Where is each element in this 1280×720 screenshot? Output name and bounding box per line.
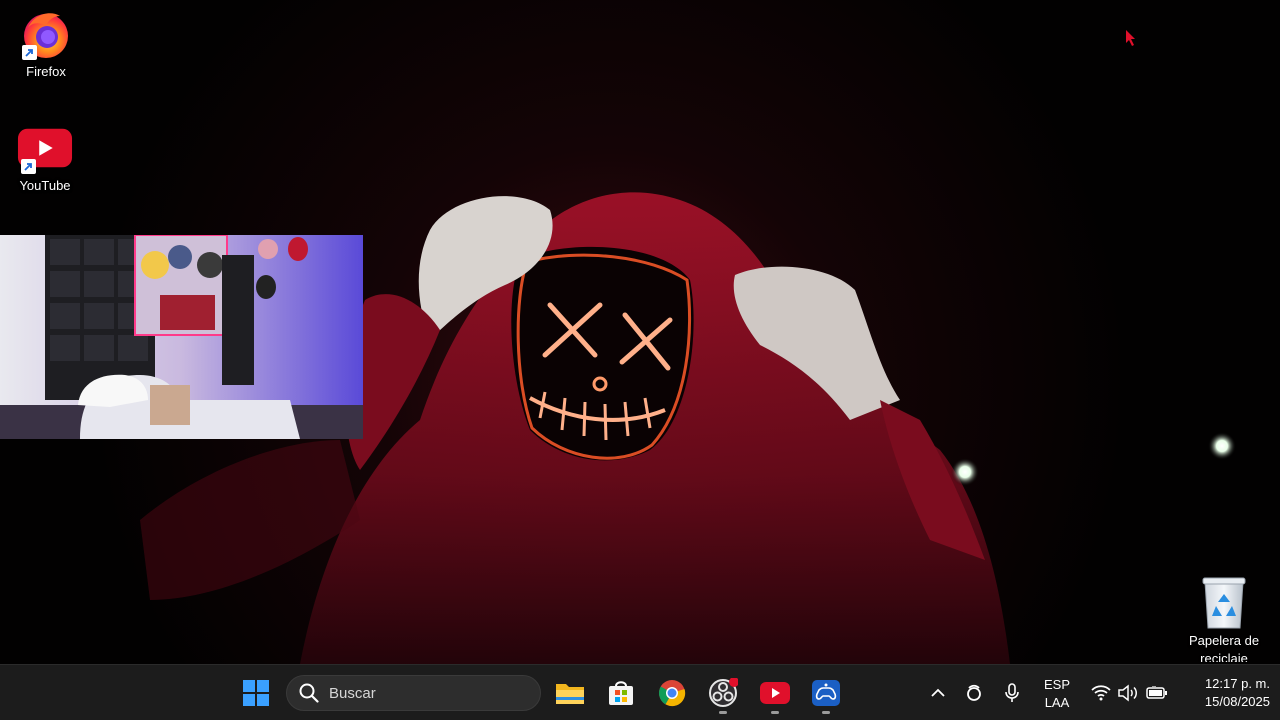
obs-icon <box>709 678 738 707</box>
sync-status-icon[interactable] <box>962 681 986 705</box>
language-code: ESP <box>1043 677 1070 692</box>
wifi-icon[interactable] <box>1089 681 1113 705</box>
chrome-icon <box>659 680 686 707</box>
start-button[interactable] <box>234 671 278 715</box>
taskbar-game-app[interactable] <box>804 671 848 715</box>
taskbar-chrome[interactable] <box>650 671 694 715</box>
store-icon <box>609 681 633 705</box>
webcam-overlay <box>0 235 363 439</box>
desktop-icon-recycle-bin[interactable]: Papelera de reciclaje <box>1180 574 1268 662</box>
taskbar: ESP LAA 12:17 p. m. 15/08/2025 <box>0 664 1280 720</box>
volume-icon[interactable] <box>1117 681 1141 705</box>
recycle-bin-label: Papelera de reciclaje <box>1188 633 1260 662</box>
keyboard-layout: LAA <box>1044 695 1070 710</box>
folder-icon <box>556 684 584 704</box>
clock-date: 15/08/2025 <box>1204 694 1270 709</box>
running-indicator <box>719 711 727 714</box>
desktop-icon-label: Firefox <box>26 64 66 79</box>
recycle-bin-icon <box>1202 577 1246 629</box>
youtube-icon <box>760 682 790 704</box>
taskbar-microsoft-store[interactable] <box>599 671 643 715</box>
taskbar-search[interactable] <box>286 675 541 711</box>
search-icon <box>299 683 319 703</box>
taskbar-youtube[interactable] <box>753 671 797 715</box>
taskbar-obs-studio[interactable] <box>701 671 745 715</box>
clock-time: 12:17 p. m. <box>1204 676 1270 691</box>
input-language-indicator[interactable]: ESP LAA <box>1036 676 1078 712</box>
desktop-icon-label: YouTube <box>19 178 71 193</box>
mouse-cursor-icon <box>1125 29 1137 52</box>
shortcut-arrow-icon <box>21 159 36 174</box>
youtube-icon <box>17 120 73 176</box>
running-indicator <box>822 711 830 714</box>
windows-start-icon <box>243 680 269 706</box>
desktop-icon-youtube[interactable]: YouTube <box>5 120 85 194</box>
microphone-icon[interactable] <box>1000 681 1024 705</box>
taskbar-file-explorer[interactable] <box>548 671 592 715</box>
running-indicator <box>771 711 779 714</box>
shortcut-arrow-icon <box>22 45 37 60</box>
search-input[interactable] <box>329 684 519 702</box>
clock[interactable]: 12:17 p. m. 15/08/2025 <box>1178 675 1270 711</box>
show-hidden-icons-chevron-up-icon[interactable] <box>926 681 950 705</box>
battery-charging-icon[interactable] <box>1145 681 1169 705</box>
controller-icon <box>812 680 840 706</box>
desktop-icon-firefox[interactable]: Firefox <box>6 6 86 80</box>
firefox-icon <box>18 6 74 62</box>
